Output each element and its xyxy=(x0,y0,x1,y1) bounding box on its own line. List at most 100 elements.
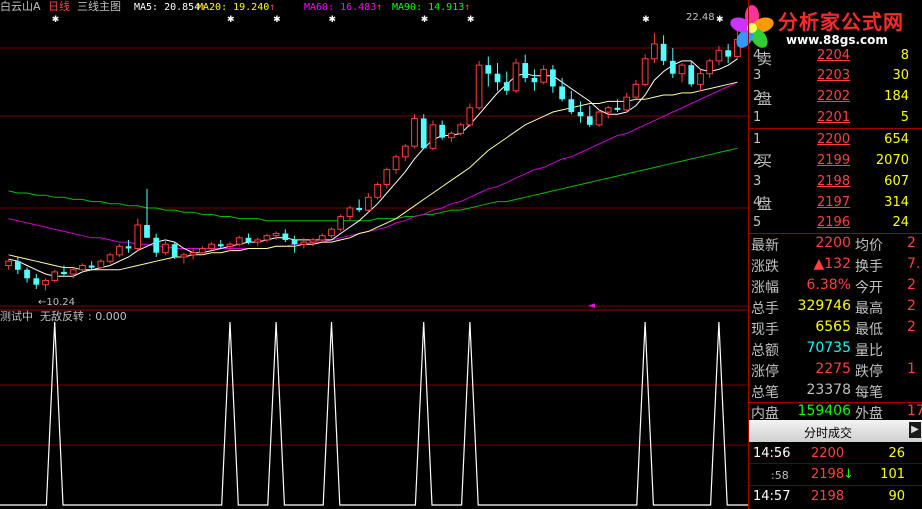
candle-body xyxy=(401,145,409,158)
candle-body xyxy=(245,237,252,243)
sell-row[interactable]: 3 2203 30 xyxy=(749,66,922,86)
quote-stat-row: 涨跌 ▲132 换手 7. xyxy=(749,255,922,276)
candle-body xyxy=(79,265,86,271)
candle-body xyxy=(439,124,446,138)
signal-star-icon: ✱ xyxy=(642,15,650,25)
candle-body xyxy=(688,65,695,85)
low-price-label: ←10.24 xyxy=(38,297,75,308)
candle-body xyxy=(559,86,565,100)
candle-body xyxy=(309,239,317,243)
candle-body xyxy=(226,243,234,247)
candle-body xyxy=(660,43,667,61)
stat-label: 最新 xyxy=(751,238,779,254)
stat-value: 2200 xyxy=(815,235,851,251)
candle-body xyxy=(522,63,529,78)
candle-body xyxy=(365,196,372,211)
candle-body xyxy=(328,228,335,237)
candle-body xyxy=(715,49,723,62)
candle-body xyxy=(198,247,206,254)
candle xyxy=(115,244,123,257)
stat-label: 总笔 xyxy=(751,385,779,401)
candle-body xyxy=(678,64,686,75)
candle-body xyxy=(106,254,114,262)
stock-name: 白云山A xyxy=(0,0,41,13)
indicator-field: 无敌反转 xyxy=(40,309,84,323)
candle xyxy=(429,120,437,151)
candle-body xyxy=(466,107,474,126)
stat-label: 涨幅 xyxy=(751,280,779,296)
candle-body xyxy=(144,225,150,238)
candle xyxy=(475,60,483,110)
stat-value: ▲132 xyxy=(813,256,852,272)
stat-value: 2 xyxy=(907,298,916,314)
quote-stat-row: 涨幅 6.38% 今开 2 xyxy=(749,276,922,297)
candle-body xyxy=(272,233,280,237)
stat-value: 170 xyxy=(907,403,922,419)
template-label[interactable]: 三线主图 xyxy=(77,0,121,13)
buy-row[interactable]: 1 2200 654 xyxy=(749,130,922,150)
quote-panel: 卖 盘 4 2204 8 3 2203 30 2 2202 184 1 2201… xyxy=(748,0,922,509)
sell-row[interactable]: 1 2201 5 xyxy=(749,108,922,128)
buy-row[interactable]: 5 2196 24 xyxy=(749,213,922,233)
buy-row[interactable]: 3 2198 607 xyxy=(749,172,922,192)
candle-body xyxy=(115,245,123,256)
indicator-title: 测试中 xyxy=(0,310,33,323)
candle-body xyxy=(614,107,621,110)
divider xyxy=(749,128,922,129)
high-price-label: 22.48 xyxy=(686,12,715,23)
candle-body xyxy=(180,254,188,258)
stat-value: 6.38% xyxy=(806,277,851,293)
signal-star-icon: ✱ xyxy=(716,15,724,25)
candle-body xyxy=(346,207,354,217)
buy-row[interactable]: 2 2199 2070 xyxy=(749,151,922,171)
quote-stat-row: 最新 2200 均价 2 xyxy=(749,234,922,255)
candle-body xyxy=(374,184,381,198)
candle-body xyxy=(69,269,77,275)
tick-row: :58 2198 ↓ 101 xyxy=(771,467,905,482)
candle xyxy=(51,269,59,283)
candle-body xyxy=(604,107,612,113)
period-label[interactable]: 日线 xyxy=(48,0,70,13)
ma-legend-item: MA5: 20.854↑ xyxy=(134,2,206,13)
expand-arrow-icon[interactable]: ▶ xyxy=(909,422,921,438)
candle-body xyxy=(641,58,649,85)
kline-chart[interactable]: ✱ ✱ ✱ ✱ ✱ ✱ ✱ ✱ 白云山A 日线 三线主图 MA5: 20.854↑MA20: … xyxy=(0,0,748,509)
candle xyxy=(337,214,345,232)
candle xyxy=(512,58,520,93)
divider xyxy=(749,402,922,403)
tick-trades-tab[interactable]: 分时成交 ▶ xyxy=(749,420,922,442)
stat-label: 每笔 xyxy=(855,385,883,401)
candle xyxy=(595,109,603,127)
candle-body xyxy=(540,68,548,83)
stat-label: 最低 xyxy=(855,322,883,338)
stat-label: 总额 xyxy=(751,343,779,359)
candle-body xyxy=(577,112,584,117)
candle-body xyxy=(33,278,40,285)
candle-body xyxy=(475,64,483,109)
candle-body xyxy=(623,96,631,111)
candle-body xyxy=(411,117,418,147)
buy-row[interactable]: 4 2197 314 xyxy=(749,193,922,213)
stat-label: 涨跌 xyxy=(751,259,779,275)
signal-star-icon: ✱ xyxy=(273,15,281,25)
candle-body xyxy=(651,43,658,60)
sell-row[interactable]: 2 2202 184 xyxy=(749,87,922,107)
candle-body xyxy=(300,241,308,245)
candle-body xyxy=(503,82,510,91)
down-arrow-icon: ↓ xyxy=(843,467,854,482)
stat-value: 159406 xyxy=(797,403,851,419)
candle-body xyxy=(669,60,676,74)
stat-value: 329746 xyxy=(797,298,851,314)
candle-body xyxy=(632,83,640,98)
candle-body xyxy=(392,156,400,171)
sell-row[interactable]: 4 2204 8 xyxy=(749,46,922,66)
stat-label: 现手 xyxy=(751,322,779,338)
ma-legend-item: MA60: 16.483↑ xyxy=(304,2,382,13)
signal-star-icon: ✱ xyxy=(227,15,235,25)
candle-body xyxy=(337,215,345,230)
candle xyxy=(411,114,418,149)
candle-body xyxy=(88,265,95,268)
candle-body xyxy=(162,243,169,254)
quote-stat-row: 总笔 23378 每笔 xyxy=(749,381,922,402)
candle-body xyxy=(42,279,49,286)
